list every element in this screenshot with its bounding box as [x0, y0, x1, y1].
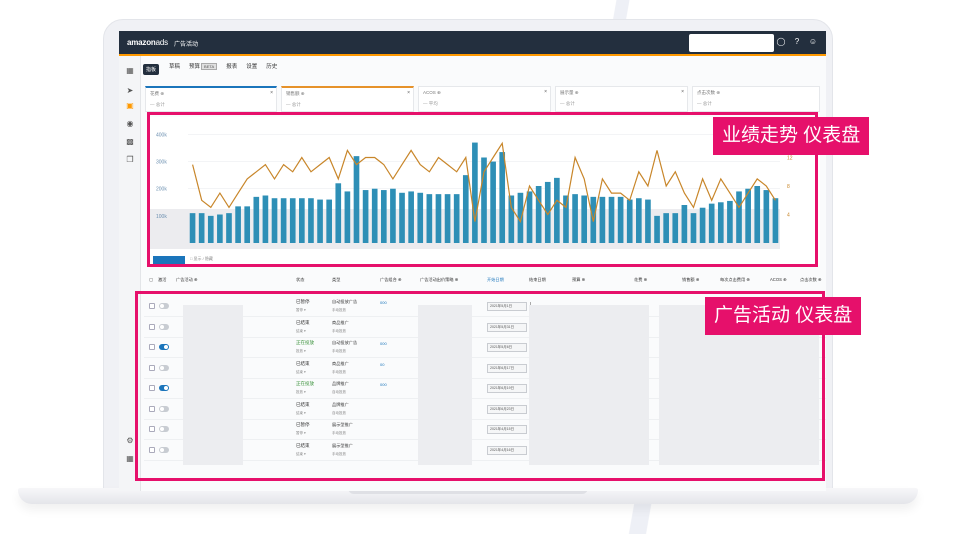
shield-icon[interactable]: ◉ — [125, 119, 135, 129]
metric-card-clicks[interactable]: 点击次数 ⊕ — 总计 — [692, 86, 820, 112]
user-icon[interactable]: ☺ — [808, 37, 818, 47]
tab-drafts[interactable]: 草稿 — [169, 62, 180, 70]
metric-card-acos[interactable]: ACOS ⊕ — 平均 × — [418, 86, 551, 112]
sub-tabs: 草稿 预算 BETA 报表 设置 历史 — [169, 62, 277, 70]
close-icon[interactable]: × — [681, 89, 684, 95]
settings-icon[interactable]: ⚙ — [125, 436, 135, 446]
header-campaign[interactable]: 广告活动 ⊕ — [176, 277, 197, 283]
bell-icon[interactable]: ◯ — [776, 37, 786, 47]
tab-budget[interactable]: 预算 BETA — [189, 62, 218, 70]
close-icon[interactable]: × — [270, 90, 273, 96]
chart-dashboard-label: 业绩走势 仪表盘 — [713, 117, 870, 155]
header-status[interactable]: 状态 — [296, 277, 304, 283]
header-select-all[interactable]: ▢ — [149, 277, 153, 282]
header-type[interactable]: 类型 — [332, 277, 340, 283]
header-sales[interactable]: 销售额 ⊕ — [682, 277, 699, 283]
header-bid-strategy[interactable]: 广告活动出价策略 ⊕ — [420, 277, 458, 283]
tab-history[interactable]: 历史 — [266, 62, 277, 70]
page-title: 广告活动 — [174, 42, 199, 48]
copy-icon[interactable]: ❐ — [125, 155, 135, 165]
metric-card-impressions[interactable]: 展示量 ⊕ — 总计 × — [555, 86, 688, 112]
grid-icon[interactable]: ▦ — [125, 454, 135, 464]
header-acos[interactable]: ACOS ⊕ — [770, 277, 787, 282]
close-icon[interactable]: × — [544, 89, 547, 95]
header-portfolio[interactable]: 广告组合 ⊕ — [380, 277, 401, 283]
table-header: ▢ 激活 广告活动 ⊕ 状态 类型 广告组合 ⊕ 广告活动出价策略 ⊕ 开始日期… — [144, 274, 826, 286]
header-start-date[interactable]: 开始日期 — [487, 277, 504, 283]
close-icon[interactable]: × — [407, 90, 410, 96]
metric-card-sales[interactable]: 销售额 ⊕ — 总计 × — [281, 86, 414, 112]
account-selector[interactable] — [689, 34, 774, 52]
dashboard-icon[interactable]: ▦ — [125, 66, 135, 76]
rocket-icon[interactable]: ➤ — [125, 86, 135, 96]
background-decoration — [600, 500, 680, 534]
table-dashboard-label: 广告活动 仪表盘 — [705, 297, 862, 335]
nav-tooltip: 指板 — [143, 64, 160, 75]
amazon-ads-logo[interactable]: amazonads — [127, 38, 168, 47]
header-clicks[interactable]: 点击次数 ⊕ — [800, 277, 821, 283]
top-navigation-bar: amazonads 广告活动 ◯ ? ☺ — [119, 31, 826, 56]
tab-reports[interactable]: 报表 — [226, 62, 237, 70]
header-budget[interactable]: 预算 ⊕ — [572, 277, 585, 283]
tab-settings[interactable]: 设置 — [246, 62, 257, 70]
campaign-icon[interactable]: ▣ — [125, 101, 135, 111]
header-active[interactable]: 激活 — [158, 277, 166, 283]
header-end-date[interactable]: 结束日期 — [529, 277, 546, 283]
chart-icon[interactable]: ▩ — [125, 137, 135, 147]
metric-card-spend[interactable]: 花费 ⊕ — 总计 × — [145, 86, 277, 112]
help-icon[interactable]: ? — [792, 37, 802, 47]
header-spend[interactable]: 花费 ⊕ — [634, 277, 647, 283]
header-cpc[interactable]: 每次点击费用 ⊕ — [720, 277, 750, 283]
